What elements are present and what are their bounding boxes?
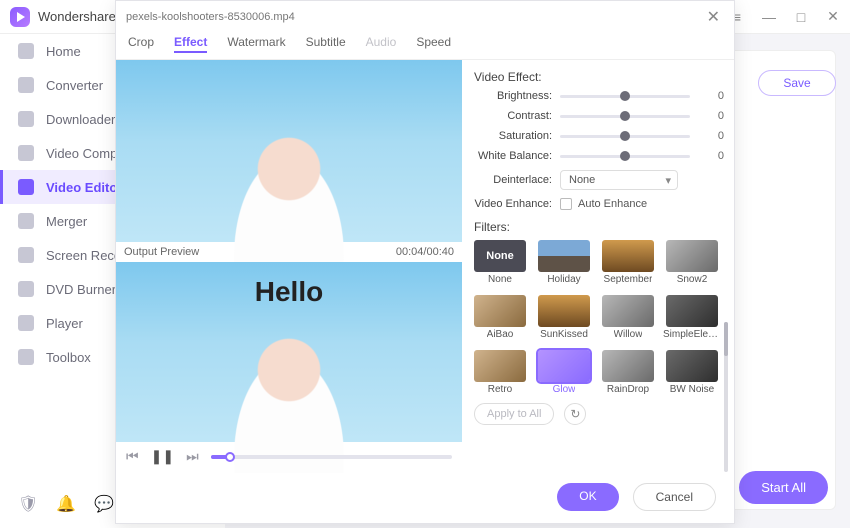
filter-glow[interactable] — [538, 350, 590, 382]
start-all-button[interactable]: Start All — [739, 471, 828, 504]
filter-label: SimpleElegant — [663, 329, 721, 340]
shield-icon[interactable]: 🛡 — [18, 494, 38, 514]
filter-aibao[interactable] — [474, 295, 526, 327]
sidebar-item-label: DVD Burner — [46, 282, 116, 297]
filter-raindrop[interactable] — [602, 350, 654, 382]
filter-bw-noise[interactable] — [666, 350, 718, 382]
filter-label: Holiday — [547, 274, 580, 285]
filter-label: Glow — [553, 384, 576, 395]
video-effect-title: Video Effect: — [474, 70, 724, 84]
filter-label: SunKissed — [540, 329, 588, 340]
video-enhance-label: Video Enhance: — [474, 198, 552, 210]
contrast-value: 0 — [698, 110, 724, 122]
save-button[interactable]: Save — [758, 70, 836, 96]
prev-frame-button[interactable]: ⏮ — [126, 448, 139, 465]
modal-tabs: Crop Effect Watermark Subtitle Audio Spe… — [116, 29, 734, 60]
saturation-label: Saturation: — [474, 130, 552, 142]
preview-overlay-text: Hello — [255, 276, 323, 308]
filter-label: Willow — [614, 329, 643, 340]
recorder-icon — [18, 247, 34, 263]
filter-none[interactable]: None — [474, 240, 526, 272]
brand-logo — [10, 7, 30, 27]
bell-icon[interactable]: 🔔 — [56, 494, 76, 514]
tab-watermark[interactable]: Watermark — [227, 33, 285, 53]
video-effect-modal: pexels-koolshooters-8530006.mp4 ✕ Crop E… — [115, 0, 735, 524]
tab-crop[interactable]: Crop — [128, 33, 154, 53]
tab-speed[interactable]: Speed — [416, 33, 451, 53]
filter-label: None — [488, 274, 512, 285]
filter-label: RainDrop — [607, 384, 649, 395]
seek-bar[interactable] — [211, 455, 452, 459]
filter-label: September — [604, 274, 653, 285]
reset-filters-button[interactable]: ↻ — [564, 403, 586, 425]
white-balance-value: 0 — [698, 150, 724, 162]
next-frame-button[interactable]: ⏭ — [186, 448, 199, 465]
dvd-icon — [18, 281, 34, 297]
filter-sunkissed[interactable] — [538, 295, 590, 327]
saturation-value: 0 — [698, 130, 724, 142]
brand-name: Wondershare — [38, 9, 116, 24]
output-preview-label: Output Preview — [124, 246, 199, 258]
filter-september[interactable] — [602, 240, 654, 272]
player-icon — [18, 315, 34, 331]
filter-label: BW Noise — [670, 384, 714, 395]
sidebar-item-label: Toolbox — [46, 350, 91, 365]
preview-time: 00:04/00:40 — [396, 246, 454, 258]
footer-icons: 🛡 🔔 💬 — [18, 494, 114, 514]
auto-enhance-checkbox[interactable] — [560, 198, 572, 210]
close-icon[interactable]: ✕ — [703, 7, 724, 27]
filters-title: Filters: — [474, 220, 724, 234]
deinterlace-label: Deinterlace: — [474, 174, 552, 186]
modal-filename: pexels-koolshooters-8530006.mp4 — [126, 11, 295, 23]
ok-button[interactable]: OK — [557, 483, 618, 511]
original-preview — [116, 60, 462, 242]
filter-label: Snow2 — [677, 274, 708, 285]
editor-icon — [18, 179, 34, 195]
tab-effect[interactable]: Effect — [174, 33, 207, 53]
auto-enhance-text: Auto Enhance — [578, 198, 647, 210]
sidebar-item-label: Downloader — [46, 112, 115, 127]
white-balance-slider[interactable] — [560, 155, 690, 158]
filter-simpleelegant[interactable] — [666, 295, 718, 327]
tab-subtitle[interactable]: Subtitle — [306, 33, 346, 53]
merger-icon — [18, 213, 34, 229]
sidebar-item-label: Player — [46, 316, 83, 331]
deinterlace-select[interactable]: None — [560, 170, 678, 190]
saturation-slider[interactable] — [560, 135, 690, 138]
filter-grid: None None Holiday September Snow2 AiBao S… — [474, 240, 724, 395]
contrast-label: Contrast: — [474, 110, 552, 122]
filter-holiday[interactable] — [538, 240, 590, 272]
compressor-icon — [18, 145, 34, 161]
sidebar-item-label: Merger — [46, 214, 87, 229]
sidebar-item-label: Converter — [46, 78, 103, 93]
toolbox-icon — [18, 349, 34, 365]
brightness-value: 0 — [698, 90, 724, 102]
filter-willow[interactable] — [602, 295, 654, 327]
pause-button[interactable]: ❚❚ — [151, 448, 174, 465]
close-window-button[interactable]: ✕ — [826, 8, 840, 25]
sidebar-item-label: Home — [46, 44, 81, 59]
brightness-label: Brightness: — [474, 90, 552, 102]
minimize-button[interactable]: — — [762, 9, 776, 25]
tab-audio[interactable]: Audio — [366, 33, 397, 53]
converter-icon — [18, 77, 34, 93]
preview-column: Output Preview 00:04/00:40 Hello ⏮ ❚❚ ⏭ — [116, 60, 462, 473]
downloader-icon — [18, 111, 34, 127]
output-preview: Hello — [116, 262, 462, 442]
white-balance-label: White Balance: — [474, 150, 552, 162]
home-icon — [18, 43, 34, 59]
effect-settings: Video Effect: Brightness: 0 Contrast: 0 … — [462, 60, 734, 473]
filter-label: Retro — [488, 384, 512, 395]
filters-scrollbar[interactable] — [724, 322, 728, 472]
brightness-slider[interactable] — [560, 95, 690, 98]
cancel-button[interactable]: Cancel — [633, 483, 716, 511]
contrast-slider[interactable] — [560, 115, 690, 118]
message-icon[interactable]: 💬 — [94, 494, 114, 514]
filter-retro[interactable] — [474, 350, 526, 382]
sidebar-item-label: Video Editor — [46, 180, 122, 195]
maximize-button[interactable]: □ — [794, 9, 808, 25]
apply-to-all-button[interactable]: Apply to All — [474, 403, 554, 425]
filter-snow2[interactable] — [666, 240, 718, 272]
filter-label: AiBao — [487, 329, 514, 340]
